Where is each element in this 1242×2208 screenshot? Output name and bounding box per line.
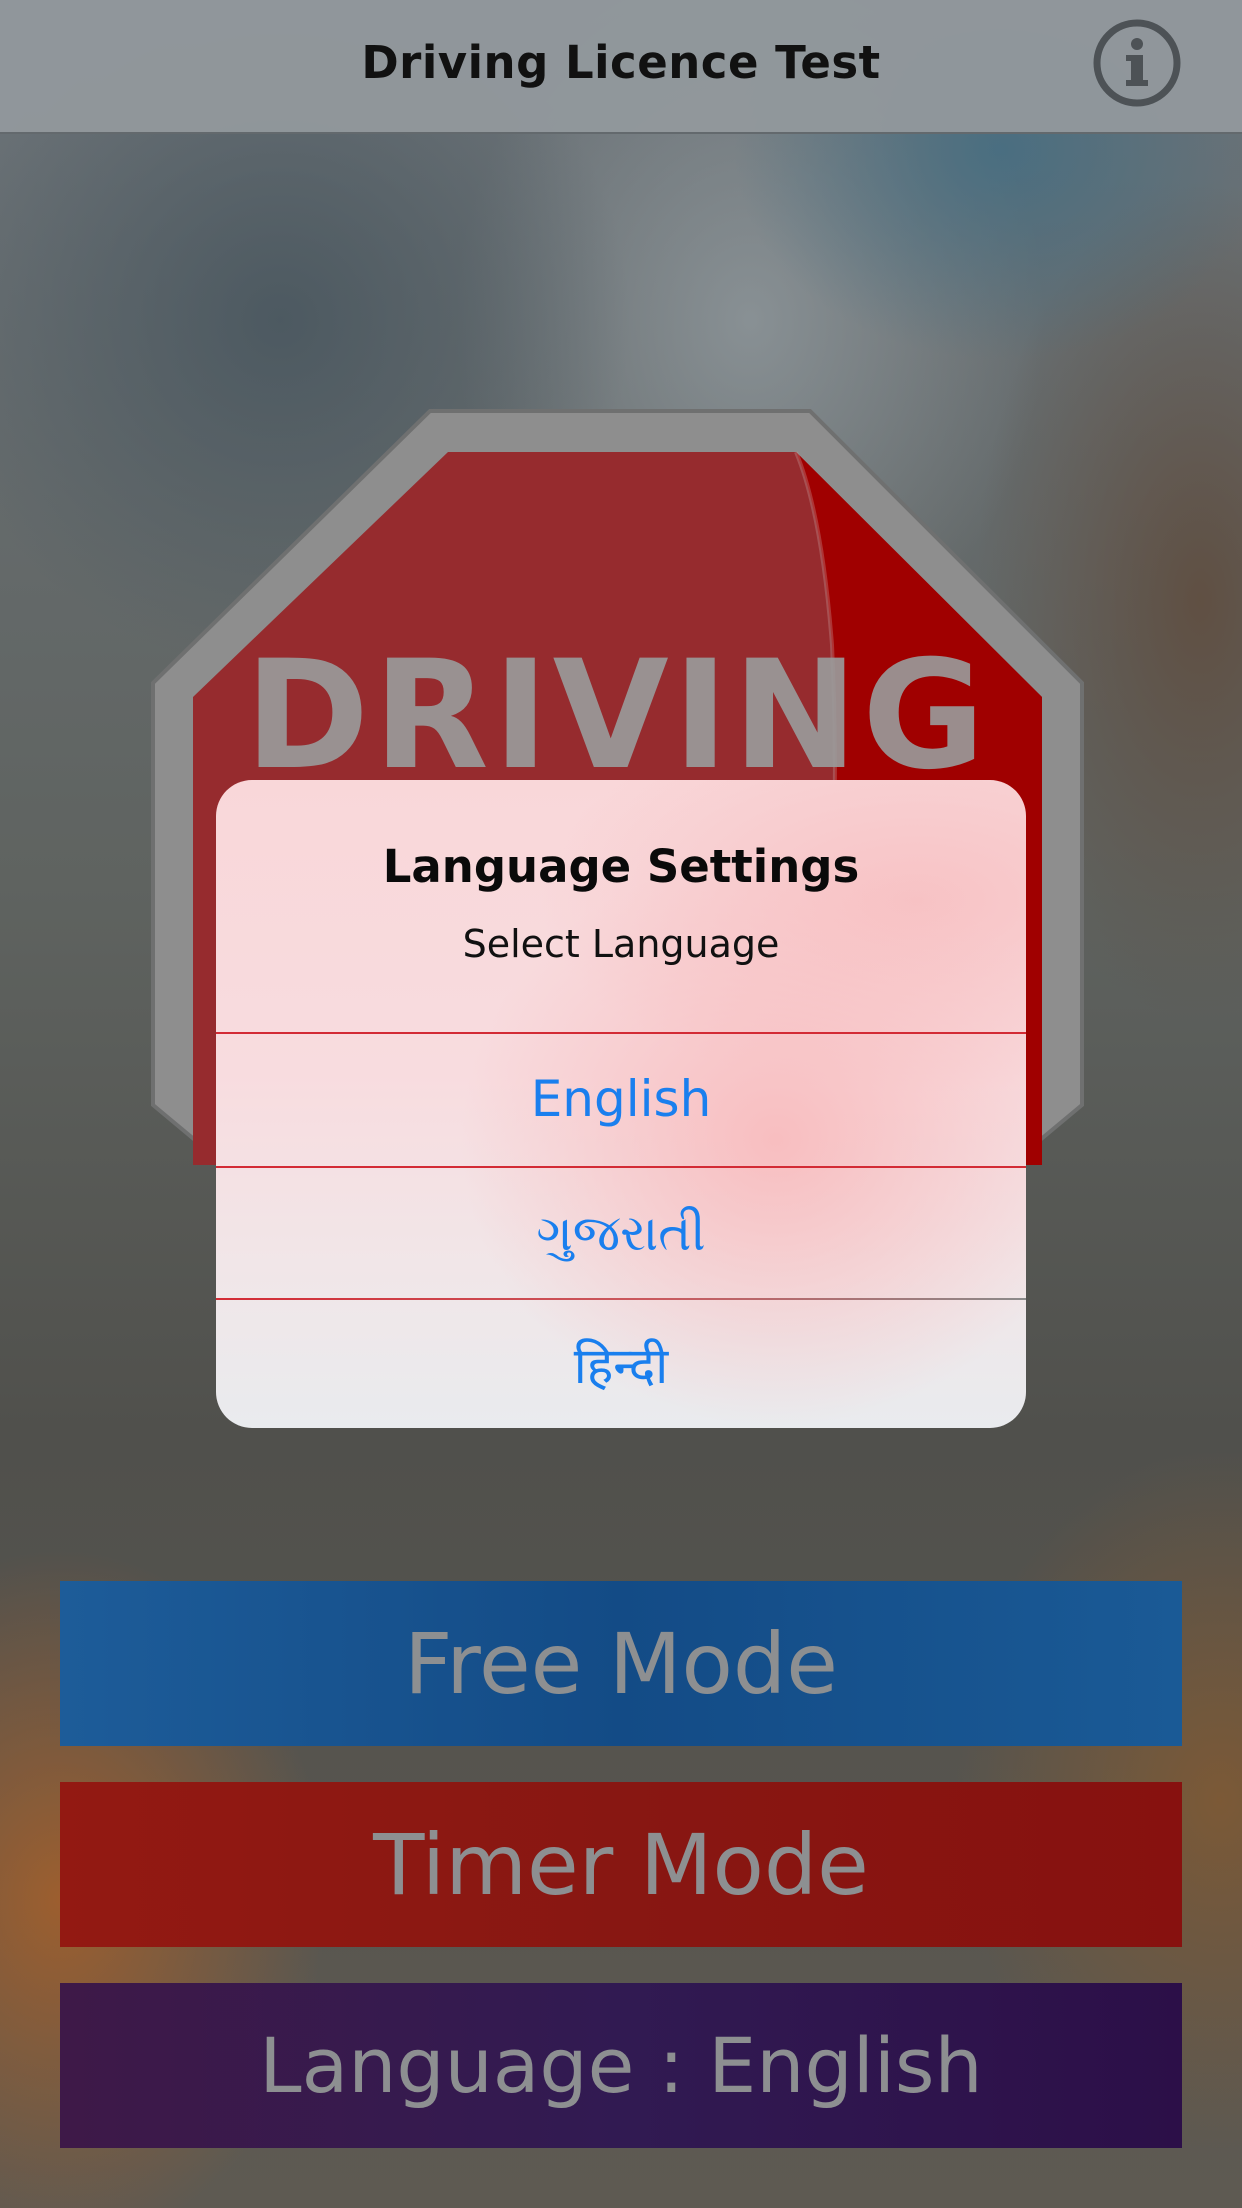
dialog-header: Language Settings Select Language [216,780,1026,1032]
option-english[interactable]: English [216,1034,1026,1164]
dialog-title: Language Settings [382,840,860,893]
info-circle-icon [1093,19,1181,107]
option-hindi[interactable]: हिन्दी [216,1300,1026,1428]
timer-mode-button[interactable]: Timer Mode [60,1782,1182,1947]
option-gujarati[interactable]: ગુજરાતી [216,1168,1026,1298]
navigation-bar: Driving Licence Test [0,0,1242,134]
app-screen: DRIVING Driving Licence Test Free Mode T… [0,0,1242,2208]
sign-text: DRIVING [245,629,989,803]
free-mode-button[interactable]: Free Mode [60,1581,1182,1746]
nav-title: Driving Licence Test [361,36,881,89]
info-button[interactable] [1092,18,1182,108]
language-settings-dialog: Language Settings Select Language Englis… [216,780,1026,1428]
dialog-message: Select Language [462,922,780,966]
language-button[interactable]: Language : English [60,1983,1182,2148]
